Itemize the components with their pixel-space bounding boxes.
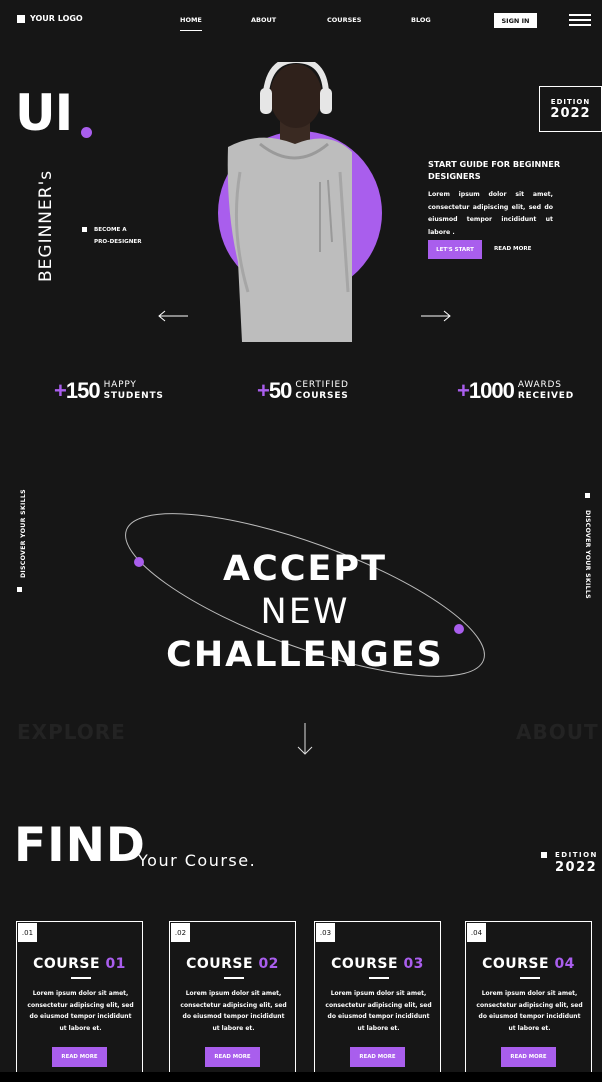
course-card[interactable]: .02 COURSE 02 Lorem ipsum dolor sit amet… (169, 921, 296, 1081)
course-read-more-button[interactable]: READ MORE (205, 1047, 260, 1067)
guide-title: START GUIDE FOR BEGINNER DESIGNERS (428, 159, 561, 181)
about-label[interactable]: ABOUT (516, 720, 599, 744)
course-number: .01 (18, 923, 37, 942)
course-read-more-button[interactable]: READ MORE (350, 1047, 405, 1067)
nav-about[interactable]: ABOUT (251, 16, 276, 24)
hamburger-menu-icon[interactable] (569, 14, 591, 26)
bullet-square-icon (82, 227, 87, 232)
lets-start-button[interactable]: LET'S START (428, 240, 482, 259)
logo-square-icon (17, 14, 25, 23)
title-underline (520, 977, 540, 979)
nav-home[interactable]: HOME (180, 16, 202, 31)
course-text: Lorem ipsum dolor sit amet, consectetur … (476, 990, 583, 1033)
explore-label[interactable]: EXPLORE (17, 720, 126, 744)
logo[interactable]: YOUR LOGO (17, 14, 83, 23)
course-title: COURSE 03 (331, 956, 424, 972)
edition-label: EDITION 2022 (541, 851, 598, 875)
guide-text: Lorem ipsum dolor sit amet, consectetur … (428, 191, 553, 236)
logo-text: YOUR LOGO (30, 14, 83, 23)
course-title: COURSE 04 (482, 956, 575, 972)
course-card[interactable]: .03 COURSE 03 Lorem ipsum dolor sit amet… (314, 921, 441, 1081)
course-read-more-button[interactable]: READ MORE (52, 1047, 107, 1067)
arrow-left-icon[interactable] (158, 310, 190, 322)
title-underline (224, 977, 244, 979)
side-label-right: DISCOVER YOUR SKILLS (584, 510, 591, 599)
course-read-more-button[interactable]: READ MORE (501, 1047, 556, 1067)
hero-person-image (227, 62, 352, 342)
course-title: COURSE 01 (33, 956, 126, 972)
edition-badge: EDITION 2022 (539, 86, 602, 132)
title-underline (369, 977, 389, 979)
side-label-left: DISCOVER YOUR SKILLS (20, 489, 27, 578)
course-text: Lorem ipsum dolor sit amet, consectetur … (27, 990, 134, 1033)
nav-blog[interactable]: BLOG (411, 16, 431, 24)
course-text: Lorem ipsum dolor sit amet, consectetur … (325, 990, 432, 1033)
course-number: .04 (467, 923, 486, 942)
bullet-square-icon (17, 587, 22, 592)
course-number: .02 (171, 923, 190, 942)
bottom-bar (0, 1072, 602, 1082)
arrow-right-icon[interactable] (420, 310, 452, 322)
course-title: COURSE 02 (186, 956, 279, 972)
become-pro-label: BECOME A PRO-DESIGNER (82, 224, 142, 248)
signin-button[interactable]: SIGN IN (494, 13, 537, 28)
stat-courses: +50 CERTIFIED COURSES (257, 378, 349, 403)
challenge-heading: ACCEPT NEW CHALLENGES (166, 549, 444, 675)
hero-ui-title: UI (15, 84, 73, 142)
bullet-square-icon (541, 852, 547, 858)
find-subtitle: Your Course. (138, 851, 257, 870)
accent-dot (81, 127, 92, 138)
course-card[interactable]: .04 COURSE 04 Lorem ipsum dolor sit amet… (465, 921, 592, 1081)
course-number: .03 (316, 923, 335, 942)
course-card[interactable]: .01 COURSE 01 Lorem ipsum dolor sit amet… (16, 921, 143, 1081)
course-text: Lorem ipsum dolor sit amet, consectetur … (180, 990, 287, 1033)
arrow-down-icon[interactable] (296, 722, 314, 756)
title-underline (71, 977, 91, 979)
nav-courses[interactable]: COURSES (327, 16, 361, 24)
stat-students: +150 HAPPY STUDENTS (54, 378, 164, 403)
find-title: FIND (14, 818, 146, 873)
stat-awards: +1000 AWARDS RECEIVED (457, 378, 574, 403)
hero-vertical-title: BEGINNER's (36, 169, 56, 282)
bullet-square-icon (585, 493, 590, 498)
read-more-link[interactable]: READ MORE (494, 246, 532, 252)
